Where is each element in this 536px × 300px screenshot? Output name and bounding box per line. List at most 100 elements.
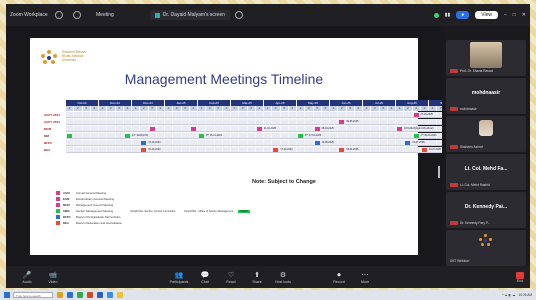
- record-button[interactable]: ⏺ Record: [326, 271, 352, 284]
- os-taskbar: Type here to search ^ ▲ ◧ ☁ 10:26 AM: [0, 290, 536, 300]
- clock[interactable]: 10:26 AM: [519, 293, 532, 297]
- legend: AGM Annual General Meeting EGM Extraordinar…: [56, 190, 251, 226]
- participant-tile[interactable]: DST Webinar: [446, 230, 526, 266]
- excel-icon[interactable]: [77, 292, 83, 298]
- schedule-note: Note: Subject to Change: [252, 179, 316, 185]
- view-button[interactable]: View: [475, 11, 498, 19]
- info-icon[interactable]: [55, 11, 63, 19]
- participant-tile[interactable]: Prof. Dr. Shazia Rasool: [446, 40, 526, 76]
- org-line: University: [62, 58, 76, 62]
- meeting-marker: [256, 126, 262, 131]
- participant-display-name: Lt. Col. Mehd Fa...: [464, 166, 508, 172]
- control-label: More: [360, 279, 370, 284]
- share-icon: ⬆: [254, 271, 260, 279]
- maximize-icon[interactable]: □: [513, 12, 516, 18]
- share-indicator[interactable]: Dr. Dayaid Malyam's screen: [149, 10, 230, 20]
- legend-text: Board of Education and Accreditation: [76, 221, 123, 225]
- participant-tile[interactable]: Shaheen Ashraf: [446, 116, 526, 152]
- meeting-controls: 🎤 Audio 📹 Video 👥 Participants 💬 Chat ♡ React ⬆ Sha…: [6, 266, 530, 288]
- marker-date-label: 4** 30-06-2025: [420, 133, 437, 137]
- folder-icon[interactable]: [57, 292, 63, 298]
- row-label: BFPC: [44, 140, 53, 145]
- audio-button[interactable]: 🎤 Audio: [14, 271, 40, 284]
- meeting-marker: [413, 112, 419, 117]
- slide-title: Management Meetings Timeline: [124, 71, 324, 87]
- word-icon[interactable]: [97, 292, 103, 298]
- legend-swatch: [56, 221, 60, 225]
- participant-display-name: mohdnaasir: [471, 90, 501, 96]
- legend-extra-text: OHS/IOSH- Section Control Committee: [130, 209, 176, 213]
- meeting-label: Meeting: [96, 12, 114, 18]
- participant-tile[interactable]: Lt. Col. Mehd Fa... Lt. Col. Mehd Rashid: [446, 154, 526, 190]
- timeline-row: MM D.T. 2024(LUS) 8** 15-11-2024 8** 17-03-…: [44, 132, 462, 139]
- zoom-icon[interactable]: [107, 292, 113, 298]
- record-icon: ⏺: [337, 271, 341, 279]
- participants-button[interactable]: 👥 Participants: [166, 271, 192, 284]
- video-button[interactable]: 📹 Video: [40, 271, 66, 284]
- meeting-marker: [124, 133, 130, 138]
- row-label: ACPY 2024: [44, 112, 60, 117]
- minimize-icon[interactable]: –: [504, 12, 507, 18]
- participant-name: Prof. Dr. Shazia Rasool: [460, 69, 494, 73]
- control-label: React: [226, 279, 236, 284]
- marker-date-label: 8** 15-11-2024: [206, 133, 222, 137]
- legend-text: Annual General Meeting: [76, 191, 107, 195]
- marker-date-label: 18-04-2025: [346, 147, 359, 151]
- participant-tile[interactable]: mohdnaasir mohdnaasir: [446, 78, 526, 114]
- meeting-marker: [199, 133, 204, 138]
- timeline-row: ACPY 2024 09-06-2025: [44, 118, 462, 125]
- powerpoint-icon[interactable]: [87, 292, 93, 298]
- participant-photo: [470, 42, 502, 68]
- meeting-marker: [314, 126, 320, 131]
- share-button[interactable]: ⬆ Share: [244, 271, 270, 284]
- react-button[interactable]: ♡ React: [218, 271, 244, 284]
- app-brand: Zoom Workplace: [10, 11, 48, 18]
- marker-date-label: 01-07-2025: [412, 140, 425, 144]
- end-label: End: [516, 278, 524, 283]
- system-tray[interactable]: ^ ▲ ◧ ☁: [502, 293, 516, 297]
- participant-name: Dr. Kennedy Pary P...: [460, 221, 491, 225]
- shield-icon[interactable]: [73, 11, 81, 19]
- audio-icon: 🎤: [22, 271, 32, 279]
- legend-item: BEA Board of Education and Accreditation: [56, 220, 250, 226]
- participant-name: Shaheen Ashraf: [460, 145, 483, 149]
- close-icon[interactable]: ✕: [522, 12, 526, 18]
- control-label: Host tools: [275, 279, 291, 284]
- marker-date-label: 22-10-2024: [148, 147, 161, 151]
- timeline-row: BEA 22-10-2024 17-12-2024 18-04-2025 24-07-2…: [44, 146, 462, 153]
- host-tools-button[interactable]: ⚙ Host tools: [270, 271, 296, 284]
- marker-date-label: 24-07-2025: [428, 147, 441, 151]
- marker-date-label: 08-04-2025: [321, 126, 334, 130]
- legend-code: EGM: [63, 197, 70, 201]
- legend-text: Management Council Meeting: [76, 203, 114, 207]
- control-label: Audio: [22, 279, 32, 284]
- row-label: BEA: [44, 147, 51, 152]
- marker-date-label: 12-05-2025: [321, 140, 334, 144]
- control-label: Chat: [201, 279, 209, 284]
- windows-start-icon[interactable]: [4, 292, 10, 298]
- chrome-icon[interactable]: [117, 292, 123, 298]
- taskbar-search[interactable]: Type here to search: [13, 292, 53, 298]
- meeting-marker: [405, 140, 411, 145]
- presentation-slide: Shaheed Benazir Bhutto Medical Universit…: [30, 38, 462, 255]
- slide-pager[interactable]: [438, 166, 440, 178]
- participants-panel: Prof. Dr. Shazia Rasool mohdnaasir mohdn…: [442, 26, 530, 266]
- notification-badge[interactable]: ●: [456, 11, 470, 19]
- meeting-marker: [339, 147, 345, 152]
- legend-swatch: [56, 203, 60, 207]
- more-button[interactable]: ⋯ More: [352, 271, 378, 284]
- host-tools-icon: ⚙: [279, 271, 287, 279]
- muted-mic-icon: [450, 221, 458, 225]
- legend-code: BFPC: [63, 215, 71, 219]
- end-button[interactable]: End: [516, 271, 524, 283]
- legend-code: MCM: [63, 203, 70, 207]
- row-track: 21-01-2025 08-04-2025 18-5-2024(Grand Pre-…: [66, 125, 462, 132]
- muted-mic-icon: [450, 183, 458, 187]
- edge-icon[interactable]: [67, 292, 73, 298]
- meeting-marker: [141, 147, 147, 152]
- options-icon[interactable]: [234, 11, 243, 19]
- chat-button[interactable]: 💬 Chat: [192, 271, 218, 284]
- shared-screen: Shaheed Benazir Bhutto Medical Universit…: [6, 26, 462, 266]
- row-label: ACPY 2024: [44, 119, 60, 124]
- participant-tile[interactable]: Dr. Kennedy Pai... Dr. Kennedy Pary P...: [446, 192, 526, 228]
